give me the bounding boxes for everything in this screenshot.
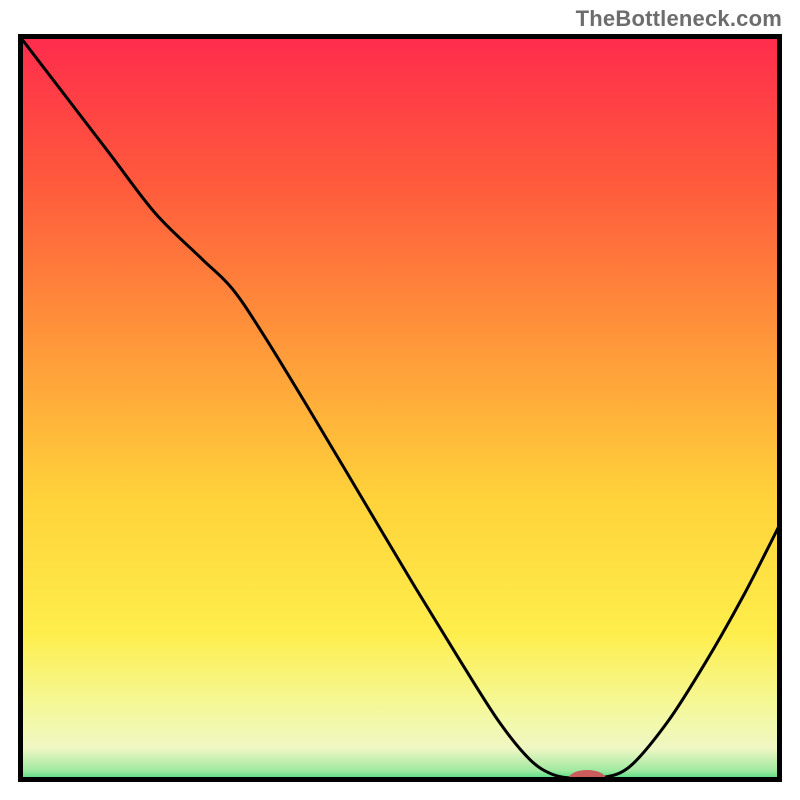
attribution-text: TheBottleneck.com bbox=[576, 6, 782, 32]
plot-inner bbox=[18, 34, 782, 782]
optimal-marker bbox=[18, 34, 782, 782]
plot-area bbox=[18, 34, 782, 782]
